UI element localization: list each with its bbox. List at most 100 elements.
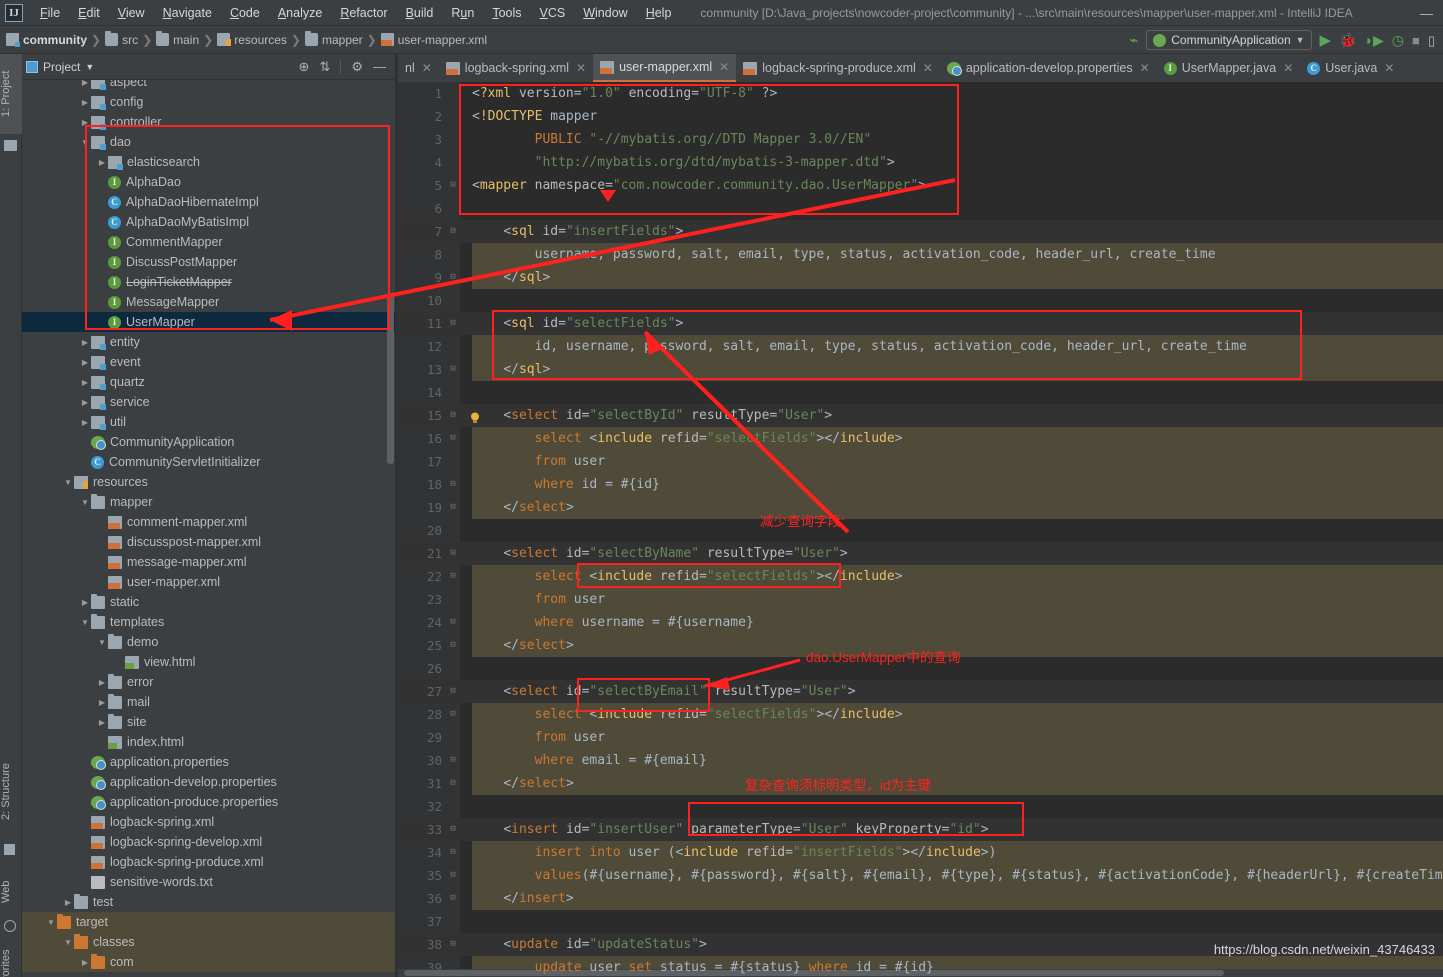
tree-node-logback-spring-xml[interactable]: · logback-spring.xml [22,812,396,832]
menu-code[interactable]: Code [221,3,269,23]
code-fold-toggle-icon[interactable]: ⊟ [448,841,458,864]
tree-node-application-develop-properties[interactable]: · application-develop.properties [22,772,396,792]
chevron-right-icon[interactable]: ▶ [79,378,91,387]
tree-node-communityservletinitializer[interactable]: ·C CommunityServletInitializer [22,452,396,472]
run-icon[interactable]: ▶ [1320,33,1332,48]
tree-node-view-html[interactable]: · view.html [22,652,396,672]
tree-node-test[interactable]: ▶ test [22,892,396,912]
tree-node-controller[interactable]: ▶ controller [22,112,396,132]
menu-view[interactable]: View [109,3,154,23]
code-fold-toggle-icon[interactable]: ⊟ [448,680,458,703]
tool-window-web[interactable]: Web [0,869,22,915]
tree-node-sensitive-words-txt[interactable]: · sensitive-words.txt [22,872,396,892]
menu-vcs[interactable]: VCS [531,3,575,23]
tree-node-error[interactable]: ▶ error [22,672,396,692]
menu-window[interactable]: Window [574,3,636,23]
tool-window-structure[interactable]: 2: Structure [0,744,22,839]
chevron-right-icon[interactable]: ▶ [79,598,91,607]
tree-node-service[interactable]: ▶ service [22,392,396,412]
hammer-icon[interactable]: ⌁ [1129,33,1138,48]
code-fold-toggle-icon[interactable]: ⊟ [448,358,458,381]
tree-node-discusspost-mapper-xml[interactable]: · discusspost-mapper.xml [22,532,396,552]
code-fold-toggle-icon[interactable]: ⊟ [448,565,458,588]
editor-code-content[interactable]: 1 <?xml version="1.0" encoding="UTF-8" ?>… [398,82,1443,977]
tree-node-util[interactable]: ▶ util [22,412,396,432]
code-fold-toggle-icon[interactable]: ⊟ [448,772,458,795]
tree-node-templates[interactable]: ▼ templates [22,612,396,632]
tree-node-aspect[interactable]: ▶ aspect [22,80,396,92]
chevron-down-icon[interactable]: ▼ [45,918,57,927]
chevron-right-icon[interactable]: ▶ [96,158,108,167]
editor-tab-user-mapper-xml[interactable]: user-mapper.xml ✕ [593,54,737,82]
code-fold-toggle-icon[interactable]: ⊟ [448,404,458,427]
editor-tab-application-develop-properties[interactable]: application-develop.properties ✕ [940,54,1157,82]
stop-icon[interactable]: ■ [1412,34,1420,47]
chevron-down-icon[interactable]: ▼ [79,498,91,507]
chevron-right-icon[interactable]: ▶ [96,678,108,687]
tree-node-static[interactable]: ▶ static [22,592,396,612]
close-icon[interactable]: ✕ [719,60,729,74]
tree-node-entity[interactable]: ▶ entity [22,332,396,352]
project-tree[interactable]: ▶ aspect ▶ config ▶ controller ▼ dao ▶ elasticsea… [22,80,396,977]
tree-node-application-produce-properties[interactable]: · application-produce.properties [22,792,396,812]
tree-node-classes[interactable]: ▼ classes [22,932,396,952]
tree-node-event[interactable]: ▶ event [22,352,396,372]
menu-analyze[interactable]: Analyze [269,3,331,23]
tree-node-target[interactable]: ▼ target [22,912,396,932]
code-fold-toggle-icon[interactable]: ⊟ [448,473,458,496]
editor-tab-usermapper-java[interactable]: I UserMapper.java ✕ [1157,54,1301,82]
code-editor[interactable]: 1 <?xml version="1.0" encoding="UTF-8" ?>… [398,82,1443,977]
code-fold-toggle-icon[interactable]: ⊟ [448,220,458,243]
chevron-right-icon[interactable]: ▶ [79,398,91,407]
chevron-right-icon[interactable]: ▶ [79,958,91,967]
tree-node-index-html[interactable]: · index.html [22,732,396,752]
code-fold-toggle-icon[interactable]: ⊟ [448,312,458,335]
code-fold-toggle-icon[interactable]: ⊟ [448,634,458,657]
tool-window-favorites[interactable]: 2: Favorites [0,940,22,977]
gear-icon[interactable]: ⚙ [351,59,363,75]
editor-tab-logback-spring-xml[interactable]: logback-spring.xml ✕ [439,54,593,82]
code-fold-toggle-icon[interactable]: ⊟ [448,496,458,519]
debug-icon[interactable]: 🐞 [1339,33,1356,47]
tree-node-site[interactable]: ▶ site [22,712,396,732]
editor-tab-logback-spring-produce-xml[interactable]: logback-spring-produce.xml ✕ [736,54,940,82]
chevron-down-icon[interactable]: ▼ [62,478,74,487]
tree-node-alphadaomybatisimpl[interactable]: ·C AlphaDaoMyBatisImpl [22,212,396,232]
chevron-down-icon[interactable]: ▼ [79,138,91,147]
chevron-right-icon[interactable]: ▶ [79,338,91,347]
profiler-icon[interactable]: ◷ [1392,33,1404,47]
tree-node-dao[interactable]: ▼ dao [22,132,396,152]
editor-tab-nl[interactable]: nl ✕ [398,54,439,82]
minimize-button[interactable]: — [1420,7,1433,20]
tool-window-project[interactable]: 1: Project [0,54,22,134]
tree-node-communityapplication[interactable]: · CommunityApplication [22,432,396,452]
tree-node-alphadao[interactable]: ·I AlphaDao [22,172,396,192]
tree-node-logback-spring-develop-xml[interactable]: · logback-spring-develop.xml [22,832,396,852]
chevron-right-icon[interactable]: ▶ [96,718,108,727]
tree-node-quartz[interactable]: ▶ quartz [22,372,396,392]
close-icon[interactable]: ✕ [1384,61,1394,75]
chevron-right-icon[interactable]: ▶ [79,80,91,87]
project-tree-scrollbar[interactable] [387,294,394,464]
hide-icon[interactable]: — [373,59,386,74]
chevron-down-icon[interactable]: ▼ [79,618,91,627]
menu-file[interactable]: File [31,3,69,23]
code-fold-toggle-icon[interactable]: ⊟ [448,611,458,634]
run-with-coverage-icon[interactable]: ◗▶ [1365,33,1384,47]
breadcrumb-resources[interactable]: resources [217,33,287,47]
menu-run[interactable]: Run [442,3,483,23]
code-fold-toggle-icon[interactable]: ⊟ [448,266,458,289]
chevron-down-icon[interactable]: ▼ [96,638,108,647]
tree-node-elasticsearch[interactable]: ▶ elasticsearch [22,152,396,172]
tree-node-application-properties[interactable]: · application.properties [22,752,396,772]
chevron-right-icon[interactable]: ▶ [79,358,91,367]
code-fold-toggle-icon[interactable]: ⊟ [448,864,458,887]
tree-node-user-mapper-xml[interactable]: · user-mapper.xml [22,572,396,592]
tree-node-com[interactable]: ▶ com [22,952,396,972]
breadcrumb-main[interactable]: main [156,31,199,47]
code-fold-toggle-icon[interactable]: ⊟ [448,174,458,197]
close-icon[interactable]: ✕ [422,61,432,75]
locate-icon[interactable]: ⊕ [299,59,310,75]
menu-navigate[interactable]: Navigate [154,3,221,23]
folder-icon[interactable] [4,140,18,152]
